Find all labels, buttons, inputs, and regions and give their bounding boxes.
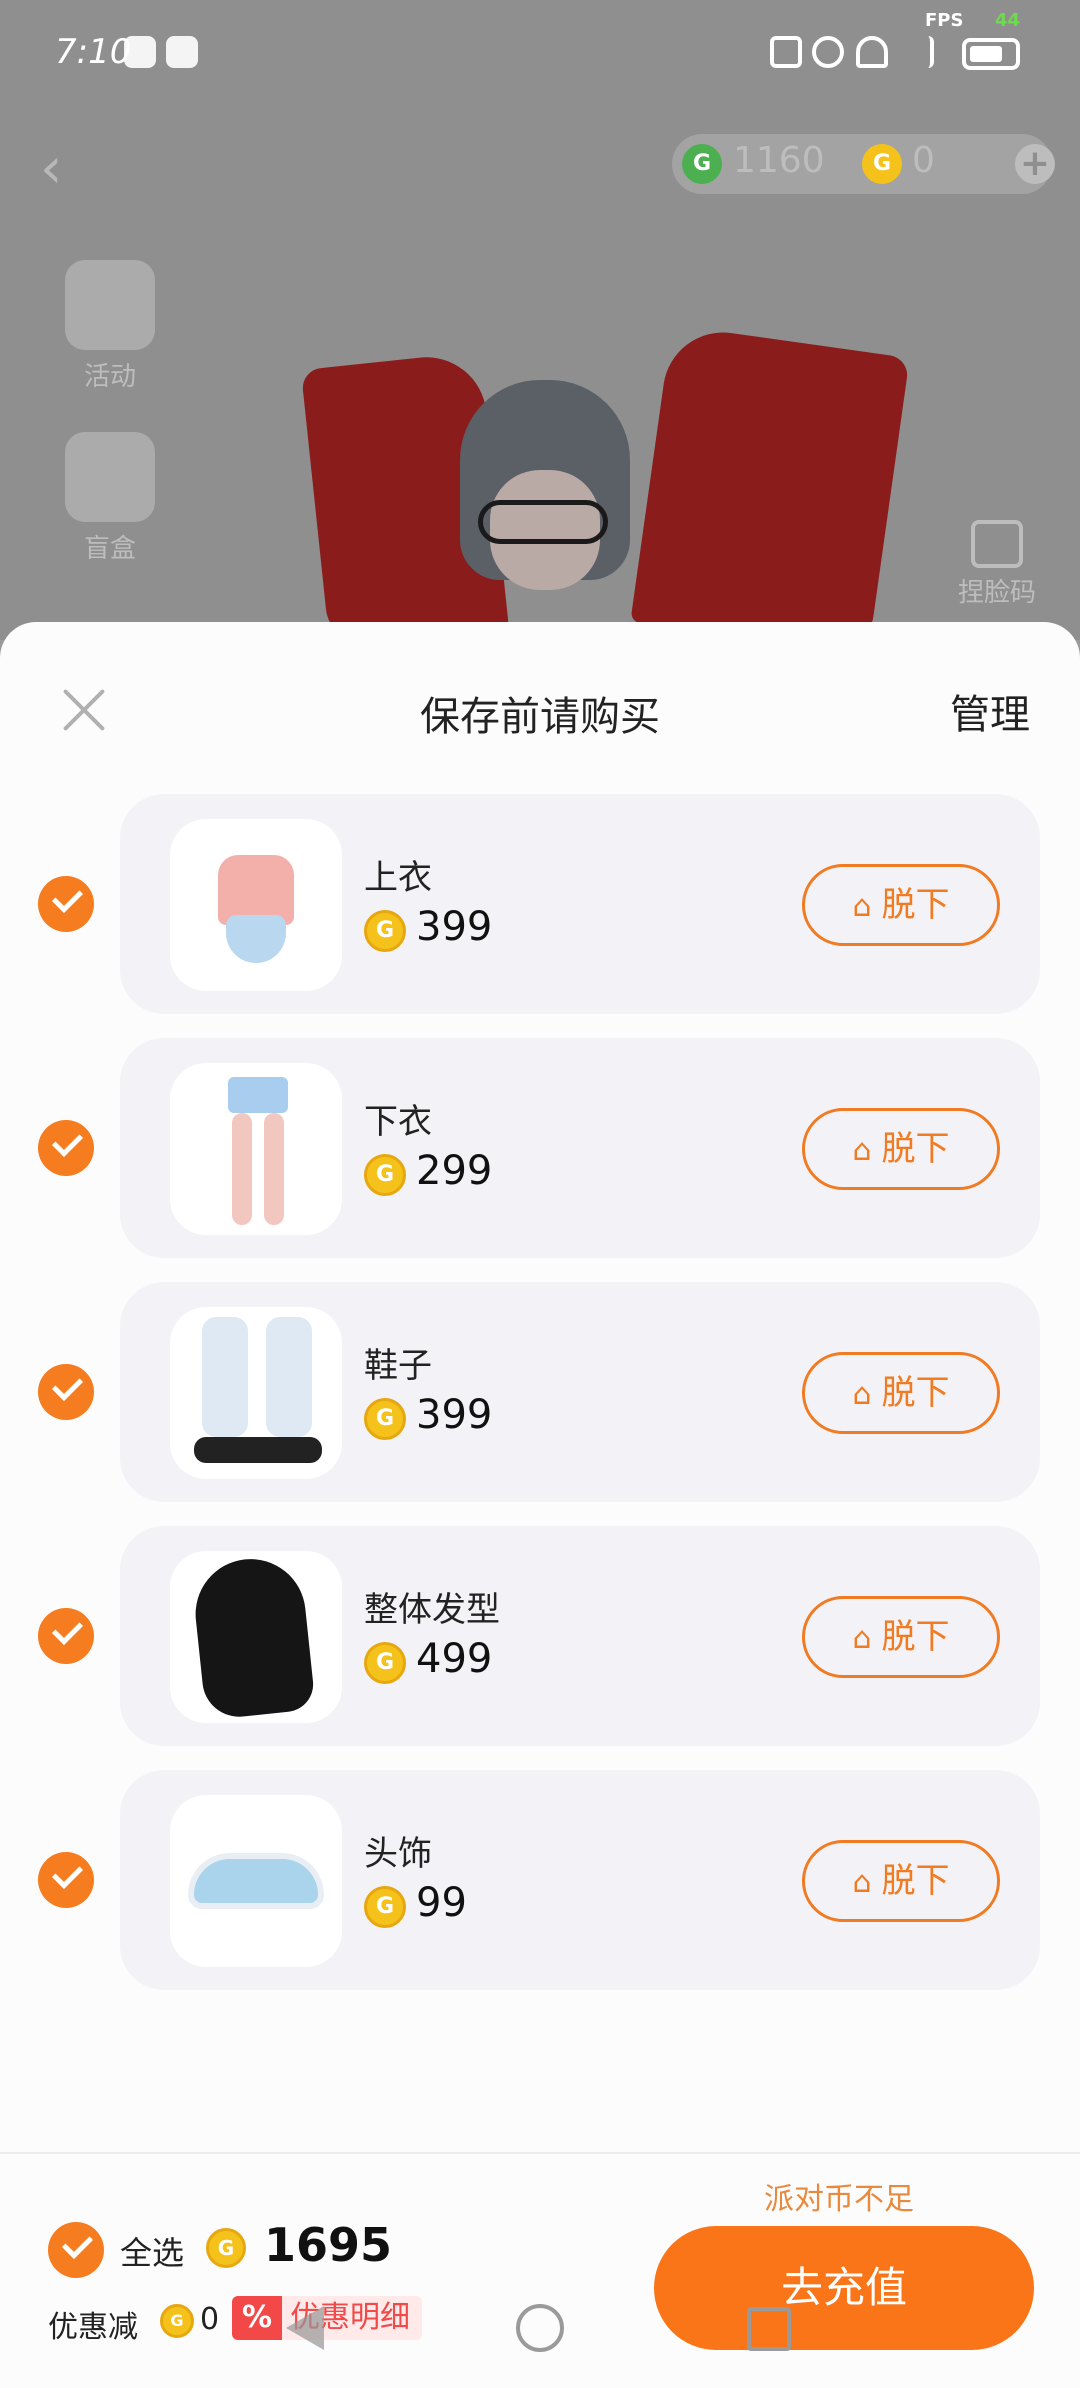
nav-recents-icon[interactable]	[747, 2307, 791, 2351]
shoes-icon	[170, 1307, 342, 1479]
background-calligraphy-art	[630, 324, 910, 640]
coin-icon: G	[364, 910, 406, 952]
wechat-icon	[124, 36, 156, 68]
item-checkbox[interactable]	[38, 1852, 94, 1908]
nfc-icon	[770, 36, 802, 68]
bottom-garment-icon	[170, 1063, 342, 1235]
hanger-icon: ⌂	[852, 1865, 872, 1900]
gold-coin-balance: 0	[912, 140, 935, 181]
discount-value: 0	[200, 2302, 220, 2337]
item-checkbox[interactable]	[38, 876, 94, 932]
discount-label: 优惠减	[48, 2310, 138, 2345]
coin-icon: G	[364, 1154, 406, 1196]
item-name: 下衣	[364, 1102, 432, 1142]
status-time: 7:10	[55, 32, 132, 72]
item-checkbox[interactable]	[38, 1364, 94, 1420]
gold-coin-icon: G	[862, 144, 902, 184]
signal-icon	[902, 36, 934, 68]
list-item: 下衣 G 299 ⌂ 脱下	[0, 1038, 1080, 1258]
game-top-bar: ‹ G 1160 G 0 +	[0, 130, 1080, 201]
take-off-label: 脱下	[881, 1617, 950, 1657]
hanger-icon: ⌂	[852, 1377, 872, 1412]
item-card[interactable]: 整体发型 G 499 ⌂ 脱下	[120, 1526, 1040, 1746]
hanger-icon: ⌂	[852, 1621, 872, 1656]
take-off-label: 脱下	[881, 1373, 950, 1413]
item-price: 499	[416, 1636, 493, 1682]
recharge-button[interactable]: 去充值	[654, 2226, 1034, 2350]
item-name: 上衣	[364, 858, 432, 898]
menu-item-blind-box[interactable]: 盲盒	[55, 432, 165, 565]
nav-home-icon[interactable]	[516, 2304, 564, 2352]
discount-detail-link[interactable]: % 优惠明细	[232, 2296, 423, 2340]
take-off-label: 脱下	[881, 885, 950, 925]
menu-item-label: 活动	[83, 362, 136, 392]
nav-back-icon[interactable]	[286, 2306, 324, 2350]
take-off-button[interactable]: ⌂ 脱下	[802, 1840, 1000, 1922]
item-name: 头饰	[364, 1834, 432, 1874]
item-price: 399	[416, 904, 493, 950]
list-item: 整体发型 G 499 ⌂ 脱下	[0, 1526, 1080, 1746]
fps-label: FPS	[925, 10, 964, 31]
edit-icon	[971, 520, 1023, 568]
select-all-label[interactable]: 全选	[120, 2228, 184, 2274]
item-price: 399	[416, 1392, 493, 1438]
menu-item-label: 盲盒	[83, 534, 136, 564]
gift-box-icon	[65, 432, 155, 522]
face-code-button[interactable]: 捏脸码	[958, 520, 1036, 609]
total-price: 1695	[264, 2218, 393, 2272]
coin-icon: G	[364, 1886, 406, 1928]
green-coin-balance: 1160	[733, 140, 825, 181]
manage-button[interactable]: 管理	[950, 682, 1030, 740]
list-item: 头饰 G 99 ⌂ 脱下	[0, 1770, 1080, 1990]
headwear-icon	[170, 1795, 342, 1967]
item-price: 99	[416, 1880, 467, 1926]
take-off-label: 脱下	[881, 1129, 950, 1169]
hairstyle-icon	[170, 1551, 342, 1723]
green-coin-icon: G	[682, 144, 722, 184]
take-off-button[interactable]: ⌂ 脱下	[802, 1352, 1000, 1434]
top-garment-icon	[170, 819, 342, 991]
select-all-checkbox[interactable]	[48, 2222, 104, 2278]
hanger-icon: ⌂	[852, 1133, 872, 1168]
hanger-icon: ⌂	[852, 889, 872, 924]
item-card[interactable]: 头饰 G 99 ⌂ 脱下	[120, 1770, 1040, 1990]
item-card[interactable]: 下衣 G 299 ⌂ 脱下	[120, 1038, 1040, 1258]
back-arrow-icon[interactable]: ‹	[40, 136, 62, 201]
status-bar: 7:10 FPS 44	[0, 0, 1080, 100]
purchase-sheet: 保存前请购买 管理 上衣 G 399 ⌂ 脱下 下衣 G 299 ⌂ 脱下 鞋子 G…	[0, 622, 1080, 2388]
take-off-button[interactable]: ⌂ 脱下	[802, 864, 1000, 946]
item-card[interactable]: 鞋子 G 399 ⌂ 脱下	[120, 1282, 1040, 1502]
coin-icon: G	[160, 2304, 194, 2338]
star-badge-icon	[65, 260, 155, 350]
coin-icon: G	[364, 1642, 406, 1684]
item-checkbox[interactable]	[38, 1120, 94, 1176]
menu-item-activity[interactable]: 活动	[55, 260, 165, 393]
list-item: 鞋子 G 399 ⌂ 脱下	[0, 1282, 1080, 1502]
take-off-button[interactable]: ⌂ 脱下	[802, 1596, 1000, 1678]
alarm-icon	[812, 36, 844, 68]
sheet-title: 保存前请购买	[420, 694, 660, 740]
item-name: 整体发型	[364, 1590, 500, 1630]
checkout-footer: 全选 G 1695 优惠减 G 0 % 优惠明细 派对币不足 去充值	[0, 2152, 1080, 2388]
percent-icon: %	[232, 2296, 283, 2340]
avatar-glasses	[478, 500, 608, 544]
battery-icon	[962, 38, 1020, 70]
wifi-icon	[856, 36, 888, 68]
fps-value: 44	[995, 10, 1021, 31]
insufficient-balance-notice: 派对币不足	[764, 2182, 914, 2217]
coin-icon: G	[364, 1398, 406, 1440]
add-currency-icon[interactable]: +	[1015, 144, 1055, 184]
list-item: 上衣 G 399 ⌂ 脱下	[0, 794, 1080, 1014]
take-off-label: 脱下	[881, 1861, 950, 1901]
app-notification-icon	[166, 36, 198, 68]
take-off-button[interactable]: ⌂ 脱下	[802, 1108, 1000, 1190]
item-name: 鞋子	[364, 1346, 432, 1386]
item-price: 299	[416, 1148, 493, 1194]
face-code-label: 捏脸码	[958, 578, 1037, 608]
item-card[interactable]: 上衣 G 399 ⌂ 脱下	[120, 794, 1040, 1014]
item-checkbox[interactable]	[38, 1608, 94, 1664]
coin-icon: G	[206, 2228, 246, 2268]
